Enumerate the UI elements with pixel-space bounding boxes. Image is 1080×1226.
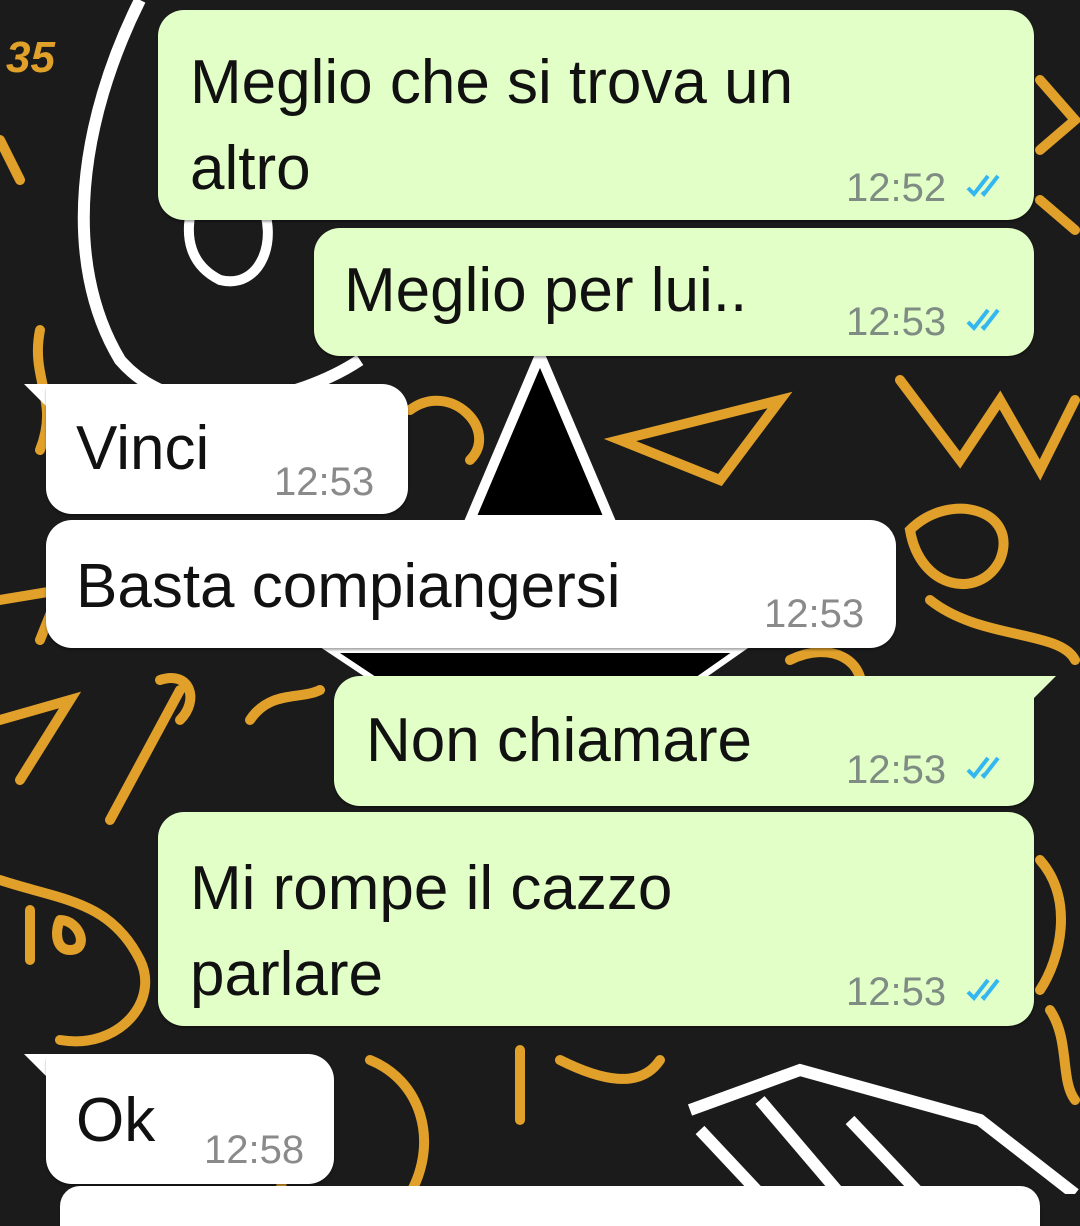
message-text: Ok [76,1086,156,1155]
message-text: Basta compiangersi [76,552,621,621]
wallpaper-number: 35 [6,33,55,82]
message-bubble-outgoing[interactable]: Meglio che si trova un altro 12:52 [158,10,1034,220]
message-time: 12:53 [764,592,865,636]
message-time: 12:53 [846,300,947,344]
message-time: 12:53 [846,748,947,792]
message-time: 12:58 [204,1128,305,1172]
message-text: Vinci [76,414,210,483]
double-check-icon [966,978,1000,1002]
double-check-icon [966,756,1000,780]
message-bubble-incoming[interactable]: Ok 12:58 [46,1054,334,1184]
message-bubble-partial [60,1186,1040,1226]
bubble-tail [1026,676,1056,706]
message-bubble-outgoing[interactable]: Meglio per lui.. 12:53 [314,228,1034,356]
message-bubble-incoming[interactable]: Vinci 12:53 [46,384,408,514]
double-check-icon [966,308,1000,332]
message-time: 12:52 [846,166,947,210]
message-bubble-outgoing[interactable]: Mi rompe il cazzo parlare 12:53 [158,812,1034,1026]
message-text: Mi rompe il cazzo parlare [190,854,673,1009]
message-bubble-outgoing[interactable]: Non chiamare 12:53 [334,676,1034,806]
message-time: 12:53 [846,970,947,1014]
double-check-icon [966,174,1000,198]
message-text: Meglio per lui.. [344,256,748,325]
message-text: Non chiamare [366,706,752,775]
message-bubble-incoming[interactable]: Basta compiangersi 12:53 [46,520,896,648]
message-text: Meglio che si trova un altro [190,48,794,203]
message-time: 12:53 [274,460,375,504]
